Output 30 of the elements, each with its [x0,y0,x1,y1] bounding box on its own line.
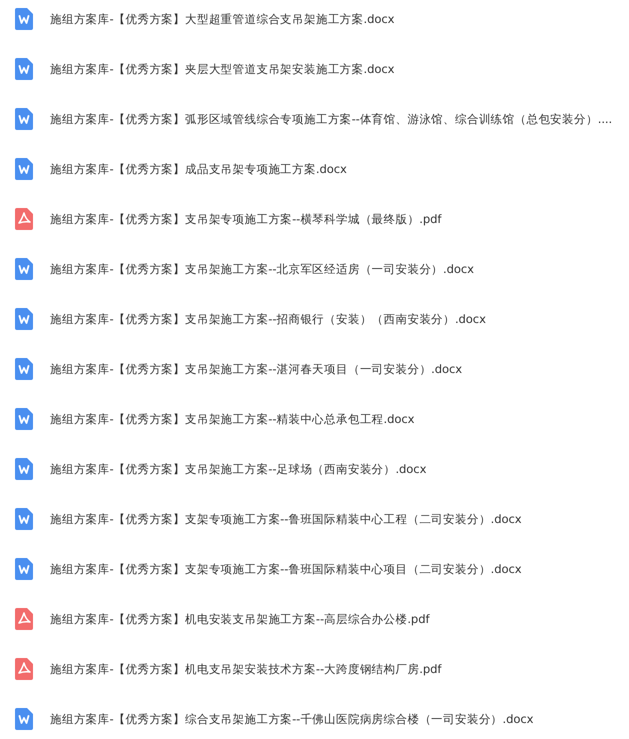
pdf-icon [15,208,33,230]
file-name[interactable]: 施组方案库-【优秀方案】弧形区域管线综合专项施工方案--体育馆、游泳馆、综合训练馆（总包安装分）.... [50,108,612,130]
file-name[interactable]: 施组方案库-【优秀方案】支吊架施工方案--足球场（西南安装分）.docx [50,458,426,480]
file-name[interactable]: 施组方案库-【优秀方案】支架专项施工方案--鲁班国际精装中心工程（二司安装分）.docx [50,508,522,530]
file-name[interactable]: 施组方案库-【优秀方案】支架专项施工方案--鲁班国际精装中心项目（二司安装分）.docx [50,558,522,580]
file-name[interactable]: 施组方案库-【优秀方案】综合支吊架施工方案--千佛山医院病房综合楼（一司安装分）.docx [50,708,534,730]
file-name[interactable]: 施组方案库-【优秀方案】支吊架施工方案--湛河春天项目（一司安装分）.docx [50,358,462,380]
word-document-icon [15,308,33,330]
word-document-icon [15,158,33,180]
file-name[interactable]: 施组方案库-【优秀方案】机电安装支吊架施工方案--高层综合办公楼.pdf [50,608,430,630]
file-name[interactable]: 施组方案库-【优秀方案】夹层大型管道支吊架安装施工方案.docx [50,58,394,80]
word-document-icon [15,508,33,530]
word-document-icon [15,458,33,480]
word-document-icon [15,558,33,580]
file-name[interactable]: 施组方案库-【优秀方案】支吊架专项施工方案--横琴科学城（最终版）.pdf [50,208,442,230]
pdf-icon [15,658,33,680]
word-document-icon [15,58,33,80]
file-name[interactable]: 施组方案库-【优秀方案】支吊架施工方案--精装中心总承包工程.docx [50,408,414,430]
file-name[interactable]: 施组方案库-【优秀方案】机电支吊架安装技术方案--大跨度钢结构厂房.pdf [50,658,442,680]
word-document-icon [15,408,33,430]
word-document-icon [15,708,33,730]
word-document-icon [15,358,33,380]
file-name[interactable]: 施组方案库-【优秀方案】支吊架施工方案--北京军区经适房（一司安装分）.docx [50,258,474,280]
file-name[interactable]: 施组方案库-【优秀方案】大型超重管道综合支吊架施工方案.docx [50,8,394,30]
word-document-icon [15,8,33,30]
pdf-icon [15,608,33,630]
word-document-icon [15,258,33,280]
file-name[interactable]: 施组方案库-【优秀方案】成品支吊架专项施工方案.docx [50,158,347,180]
word-document-icon [15,108,33,130]
file-name[interactable]: 施组方案库-【优秀方案】支吊架施工方案--招商银行（安装）（西南安装分）.docx [50,308,486,330]
